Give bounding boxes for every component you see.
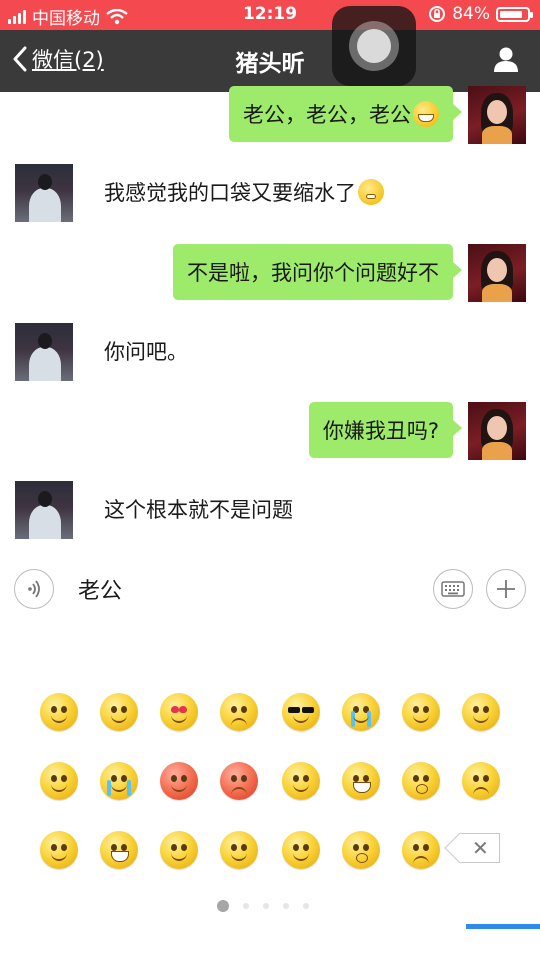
angry-pout-emoji-icon[interactable] [220, 693, 258, 731]
avatar-me[interactable] [468, 86, 526, 144]
tongue-wink-emoji-icon[interactable] [282, 762, 320, 800]
message-text: 老公，老公，老公 [243, 103, 411, 127]
tearful-laugh-emoji-icon[interactable] [100, 762, 138, 800]
message-input[interactable]: 老公 [78, 573, 122, 605]
status-right: 84% [428, 4, 533, 24]
shy-emoji-icon[interactable] [402, 693, 440, 731]
avatar-contact[interactable] [15, 481, 73, 539]
message-text: 你问吧。 [104, 340, 188, 364]
status-bar: 中国移动 12:19 84% [0, 0, 540, 30]
eye-roll-emoji-icon [358, 179, 384, 205]
send-indicator-bar [466, 924, 540, 929]
surprised-emoji-icon[interactable] [402, 762, 440, 800]
orientation-lock-icon [429, 6, 446, 22]
avatar-me[interactable] [468, 244, 526, 302]
sweating-emoji-icon[interactable] [160, 831, 198, 869]
avatar-contact[interactable] [15, 323, 73, 381]
embarrassed-emoji-icon[interactable] [160, 762, 198, 800]
sleepy-emoji-icon[interactable] [40, 762, 78, 800]
message-bubble-outgoing[interactable]: 老公，老公，老公 [229, 86, 462, 142]
shush-emoji-icon[interactable] [462, 693, 500, 731]
puppy-eyes-emoji-icon[interactable] [40, 831, 78, 869]
avatar-contact[interactable] [15, 164, 73, 222]
grin-emoji-icon[interactable] [342, 762, 380, 800]
backspace-icon: ✕ [472, 836, 489, 860]
shocked-emoji-icon[interactable] [342, 831, 380, 869]
battery-icon [496, 6, 533, 22]
message-text: 你嫌我丑吗? [322, 419, 439, 443]
thinking-emoji-icon[interactable] [220, 831, 258, 869]
profile-icon [494, 47, 518, 72]
add-button[interactable] [486, 569, 526, 609]
crying-emoji-icon[interactable] [342, 693, 380, 731]
assistive-touch-button[interactable] [332, 6, 416, 86]
grin-emoji-icon [413, 101, 439, 127]
message-incoming[interactable]: 你问吧。 [104, 323, 188, 379]
keyboard-icon [441, 581, 465, 597]
plus-icon [497, 580, 515, 598]
page-dot[interactable] [283, 903, 289, 909]
message-incoming[interactable]: 这个根本就不是问题 [104, 481, 293, 537]
emoji-panel: ✕ [0, 618, 540, 960]
page-dot[interactable] [263, 903, 269, 909]
nav-bar: 微信(2) 猪头昕 [0, 30, 540, 92]
page-dot[interactable] [217, 900, 229, 912]
page-dot[interactable] [243, 903, 249, 909]
message-bubble-outgoing[interactable]: 你嫌我丑吗? [308, 402, 463, 458]
voice-button[interactable] [14, 569, 54, 609]
keyboard-button[interactable] [433, 569, 473, 609]
avatar-me[interactable] [468, 402, 526, 460]
sunglasses-emoji-icon[interactable] [282, 693, 320, 731]
message-text: 不是啦，我问你个问题好不 [187, 261, 439, 285]
input-bar: 老公 [0, 560, 540, 618]
battery-percent: 84% [452, 4, 490, 24]
message-text: 我感觉我的口袋又要缩水了 [104, 181, 356, 205]
chat-title: 猪头昕 [235, 51, 305, 77]
page-indicator [217, 900, 309, 912]
profile-button[interactable] [492, 45, 520, 77]
message-bubble-outgoing[interactable]: 不是啦，我问你个问题好不 [173, 244, 462, 300]
delete-button[interactable]: ✕ [460, 833, 500, 863]
confused-emoji-icon[interactable] [402, 831, 440, 869]
awkward-emoji-icon[interactable] [100, 693, 138, 731]
sad-emoji-icon[interactable] [462, 762, 500, 800]
smile-emoji-icon[interactable] [40, 693, 78, 731]
heart-eyes-emoji-icon[interactable] [160, 693, 198, 731]
blush-emoji-icon[interactable] [282, 831, 320, 869]
message-text: 这个根本就不是问题 [104, 498, 293, 522]
message-incoming[interactable]: 我感觉我的口袋又要缩水了 [104, 164, 384, 220]
cry-laugh-emoji-icon[interactable] [100, 831, 138, 869]
voice-icon [28, 580, 40, 598]
furious-emoji-icon[interactable] [220, 762, 258, 800]
page-dot[interactable] [303, 903, 309, 909]
